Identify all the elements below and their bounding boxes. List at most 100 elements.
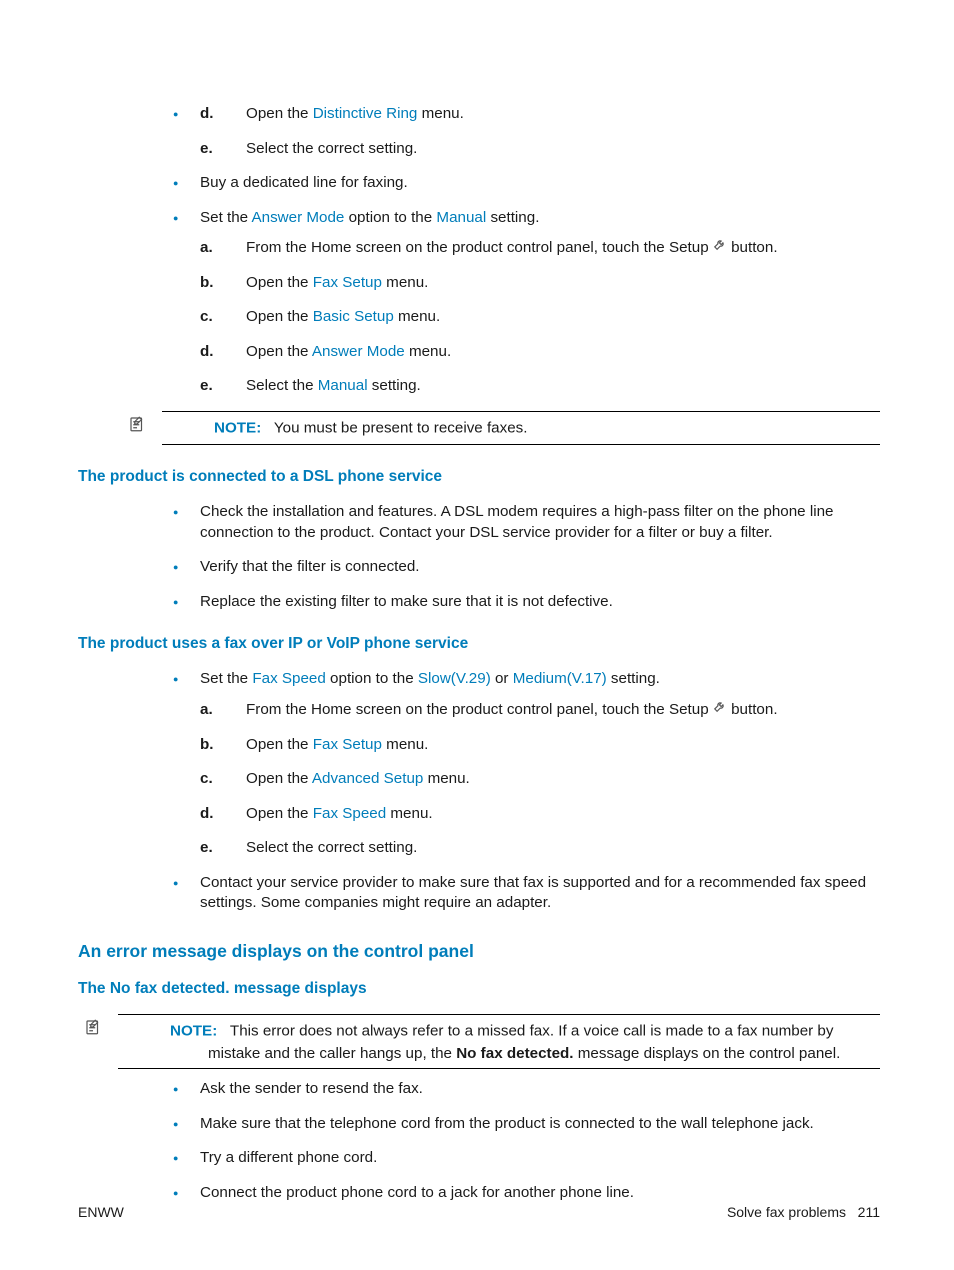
dsl-item-2: Verify that the filter is connected. xyxy=(78,557,880,578)
document-page: d. Open the Distinctive Ring menu. e. Se… xyxy=(0,0,954,1270)
step-e2: e. Select the Manual setting. xyxy=(200,376,880,397)
bullet-text: Ask the sender to resend the fax. xyxy=(200,1080,423,1097)
bullet-text: Check the installation and features. A D… xyxy=(200,503,833,541)
step-marker: d. xyxy=(200,804,214,825)
voip-set-fax-speed: Set the Fax Speed option to the Slow(V.2… xyxy=(78,669,880,858)
step-e: e. Select the correct setting. xyxy=(200,838,880,859)
error-item-4: Connect the product phone cord to a jack… xyxy=(78,1183,880,1204)
error-item-1: Ask the sender to resend the fax. xyxy=(78,1079,880,1100)
note-label: NOTE: xyxy=(170,1023,217,1040)
step-d: d. Open the Distinctive Ring menu. xyxy=(200,104,880,125)
top-bullet-list: Buy a dedicated line for faxing. Set the… xyxy=(78,173,880,397)
continued-ordered-list: d. Open the Distinctive Ring menu. e. Se… xyxy=(200,104,880,159)
bullet-buy-line: Buy a dedicated line for faxing. xyxy=(78,173,880,194)
voip-steps: a. From the Home screen on the product c… xyxy=(200,700,880,859)
note-label: NOTE: xyxy=(214,419,261,436)
note-icon xyxy=(190,415,214,440)
ui-fax-setup: Fax Setup xyxy=(313,274,382,291)
wrench-icon xyxy=(713,237,727,258)
step-text: Select the correct setting. xyxy=(246,839,417,856)
step-a: a. From the Home screen on the product c… xyxy=(200,238,880,259)
step-marker: e. xyxy=(200,376,213,397)
step-text: Open the Advanced Setup menu. xyxy=(246,770,470,787)
page-footer: ENWW Solve fax problems 211 xyxy=(78,1203,880,1222)
footer-right: Solve fax problems 211 xyxy=(727,1203,880,1222)
step-marker: b. xyxy=(200,273,214,294)
bullet-text: Try a different phone cord. xyxy=(200,1149,377,1166)
step-text: From the Home screen on the product cont… xyxy=(246,239,778,256)
ui-medium-v17: Medium(V.17) xyxy=(513,670,607,687)
dsl-item-3: Replace the existing filter to make sure… xyxy=(78,592,880,613)
step-marker: b. xyxy=(200,735,214,756)
note-text: You must be present to receive faxes. xyxy=(274,419,528,436)
step-c: c. Open the Basic Setup menu. xyxy=(200,307,880,328)
dsl-item-1: Check the installation and features. A D… xyxy=(78,502,880,543)
ui-advanced-setup: Advanced Setup xyxy=(312,770,423,787)
voip-list: Set the Fax Speed option to the Slow(V.2… xyxy=(78,669,880,913)
note-box-no-fax: NOTE: This error does not always refer t… xyxy=(118,1014,880,1069)
error-list: Ask the sender to resend the fax. Make s… xyxy=(78,1079,880,1203)
step-text: Open the Distinctive Ring menu. xyxy=(246,105,464,122)
step-marker: a. xyxy=(200,238,213,259)
step-marker: c. xyxy=(200,307,213,328)
note-content: NOTE: You must be present to receive fax… xyxy=(162,416,880,441)
ui-manual2: Manual xyxy=(318,377,368,394)
step-text: Open the Fax Setup menu. xyxy=(246,274,428,291)
bullet-text: Set the Fax Speed option to the Slow(V.2… xyxy=(200,670,660,687)
bullet-text: Buy a dedicated line for faxing. xyxy=(200,174,408,191)
bullet-text: Replace the existing filter to make sure… xyxy=(200,593,613,610)
step-d2: d. Open the Answer Mode menu. xyxy=(200,342,880,363)
top-section: d. Open the Distinctive Ring menu. e. Se… xyxy=(78,104,880,445)
heading-no-fax-detected: The No fax detected. message displays xyxy=(78,979,880,1000)
heading-dsl: The product is connected to a DSL phone … xyxy=(78,467,880,488)
ui-manual: Manual xyxy=(436,209,486,226)
bullet-text: Connect the product phone cord to a jack… xyxy=(200,1184,634,1201)
step-e: e. Select the correct setting. xyxy=(200,139,880,160)
note-box-present: NOTE: You must be present to receive fax… xyxy=(162,411,880,446)
step-marker: d. xyxy=(200,104,214,125)
step-text: Select the Manual setting. xyxy=(246,377,421,394)
note-icon xyxy=(146,1018,170,1043)
footer-left: ENWW xyxy=(78,1203,124,1222)
ui-slow-v29: Slow(V.29) xyxy=(418,670,491,687)
ui-distinctive-ring: Distinctive Ring xyxy=(313,105,418,122)
bullet-set-answer-mode: Set the Answer Mode option to the Manual… xyxy=(78,208,880,397)
ui-fax-speed: Fax Speed xyxy=(252,670,325,687)
heading-error: An error message displays on the control… xyxy=(78,940,880,964)
bullet-text: Set the Answer Mode option to the Manual… xyxy=(200,209,539,226)
bullet-text: Verify that the filter is connected. xyxy=(200,558,420,575)
ui-fax-speed2: Fax Speed xyxy=(313,805,386,822)
step-text: Select the correct setting. xyxy=(246,140,417,157)
ui-fax-setup2: Fax Setup xyxy=(313,736,382,753)
note-bold: No fax detected. xyxy=(456,1045,573,1062)
note-text: This error does not always refer to a mi… xyxy=(208,1023,840,1062)
set-answer-steps: a. From the Home screen on the product c… xyxy=(200,238,880,397)
step-marker: c. xyxy=(200,769,213,790)
wrench-icon xyxy=(713,699,727,720)
step-d: d. Open the Fax Speed menu. xyxy=(200,804,880,825)
ui-answer-mode2: Answer Mode xyxy=(312,343,405,360)
error-item-3: Try a different phone cord. xyxy=(78,1148,880,1169)
step-text: Open the Fax Speed menu. xyxy=(246,805,433,822)
step-text: From the Home screen on the product cont… xyxy=(246,701,778,718)
step-text: Open the Answer Mode menu. xyxy=(246,343,451,360)
ui-answer-mode: Answer Mode xyxy=(252,209,345,226)
step-a: a. From the Home screen on the product c… xyxy=(200,700,880,721)
step-marker: a. xyxy=(200,700,213,721)
note-content: NOTE: This error does not always refer t… xyxy=(118,1019,880,1064)
bullet-text: Make sure that the telephone cord from t… xyxy=(200,1115,814,1132)
page-number: 211 xyxy=(858,1204,880,1220)
step-marker: d. xyxy=(200,342,214,363)
step-b: b. Open the Fax Setup menu. xyxy=(200,735,880,756)
heading-voip: The product uses a fax over IP or VoIP p… xyxy=(78,634,880,655)
step-marker: e. xyxy=(200,838,213,859)
step-text: Open the Basic Setup menu. xyxy=(246,308,440,325)
step-marker: e. xyxy=(200,139,213,160)
error-item-2: Make sure that the telephone cord from t… xyxy=(78,1114,880,1135)
step-b: b. Open the Fax Setup menu. xyxy=(200,273,880,294)
step-text: Open the Fax Setup menu. xyxy=(246,736,428,753)
bullet-text: Contact your service provider to make su… xyxy=(200,874,866,912)
dsl-list: Check the installation and features. A D… xyxy=(78,502,880,612)
step-c: c. Open the Advanced Setup menu. xyxy=(200,769,880,790)
voip-contact-provider: Contact your service provider to make su… xyxy=(78,873,880,914)
